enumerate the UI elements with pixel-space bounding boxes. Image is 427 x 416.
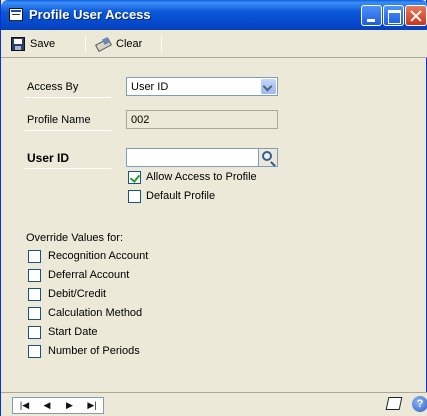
override-values-header: Override Values for: bbox=[26, 232, 124, 244]
access-by-value: User ID bbox=[131, 81, 169, 93]
profile-user-access-window: Profile User Access Save Clear Access By… bbox=[0, 0, 427, 416]
access-by-dropdown[interactable]: User ID bbox=[126, 77, 278, 96]
first-record-icon: |◀ bbox=[19, 400, 30, 410]
start-date-checkbox[interactable] bbox=[28, 326, 41, 339]
profile-name-value: 002 bbox=[131, 114, 150, 126]
override-item-label[interactable]: Calculation Method bbox=[48, 307, 142, 319]
profile-name-label: Profile Name bbox=[27, 114, 91, 126]
access-by-underline bbox=[25, 97, 111, 98]
override-item-label[interactable]: Debit/Credit bbox=[48, 288, 106, 300]
last-record-button[interactable]: ▶| bbox=[81, 398, 104, 413]
title-bar[interactable]: Profile User Access bbox=[1, 0, 427, 30]
recognition-account-checkbox[interactable] bbox=[28, 250, 41, 263]
user-id-underline bbox=[25, 168, 111, 169]
close-button[interactable] bbox=[405, 5, 427, 26]
profile-name-field: 002 bbox=[126, 110, 278, 129]
deferral-account-checkbox[interactable] bbox=[28, 269, 41, 282]
clear-label: Clear bbox=[116, 38, 143, 50]
number-of-periods-checkbox[interactable] bbox=[28, 345, 41, 358]
profile-name-underline bbox=[25, 130, 111, 131]
next-record-icon: ▶ bbox=[66, 400, 73, 410]
eraser-icon bbox=[95, 38, 111, 50]
chevron-down-icon[interactable] bbox=[261, 79, 276, 94]
clear-button[interactable]: Clear bbox=[95, 35, 142, 53]
maximize-button[interactable] bbox=[383, 5, 404, 26]
previous-record-button[interactable]: ◀ bbox=[36, 398, 59, 413]
user-id-lookup-button[interactable] bbox=[259, 148, 278, 167]
default-profile-label[interactable]: Default Profile bbox=[146, 190, 215, 202]
toolbar: Save Clear bbox=[1, 30, 427, 58]
next-record-button[interactable]: ▶ bbox=[58, 398, 81, 413]
debit-credit-checkbox[interactable] bbox=[28, 288, 41, 301]
default-profile-checkbox[interactable] bbox=[128, 190, 141, 203]
override-item-label[interactable]: Number of Periods bbox=[48, 345, 140, 357]
allow-access-checkbox[interactable] bbox=[128, 171, 141, 184]
status-bar: |◀ ◀ ▶ ▶| ? bbox=[1, 392, 427, 416]
access-by-label: Access By bbox=[27, 81, 79, 93]
override-item-label[interactable]: Recognition Account bbox=[48, 250, 148, 262]
toolbar-separator bbox=[161, 36, 162, 52]
previous-record-icon: ◀ bbox=[43, 400, 51, 410]
user-id-label: User ID bbox=[27, 151, 70, 165]
magnifier-icon bbox=[262, 151, 272, 161]
override-item-label[interactable]: Start Date bbox=[48, 326, 98, 338]
save-disk-icon bbox=[11, 37, 25, 51]
note-icon[interactable] bbox=[385, 397, 403, 410]
allow-access-label[interactable]: Allow Access to Profile bbox=[146, 171, 257, 183]
record-navigation: |◀ ◀ ▶ ▶| bbox=[12, 397, 104, 414]
last-record-icon: ▶| bbox=[87, 400, 97, 410]
window-app-icon bbox=[9, 8, 23, 21]
calculation-method-checkbox[interactable] bbox=[28, 307, 41, 320]
save-button[interactable]: Save bbox=[11, 35, 55, 53]
help-icon[interactable]: ? bbox=[412, 396, 427, 412]
first-record-button[interactable]: |◀ bbox=[13, 398, 36, 413]
save-label: Save bbox=[30, 38, 56, 50]
window-title: Profile User Access bbox=[29, 7, 151, 22]
toolbar-separator bbox=[85, 36, 86, 52]
minimize-button[interactable] bbox=[361, 5, 382, 26]
user-id-input[interactable] bbox=[126, 148, 259, 167]
override-item-label[interactable]: Deferral Account bbox=[48, 269, 129, 281]
